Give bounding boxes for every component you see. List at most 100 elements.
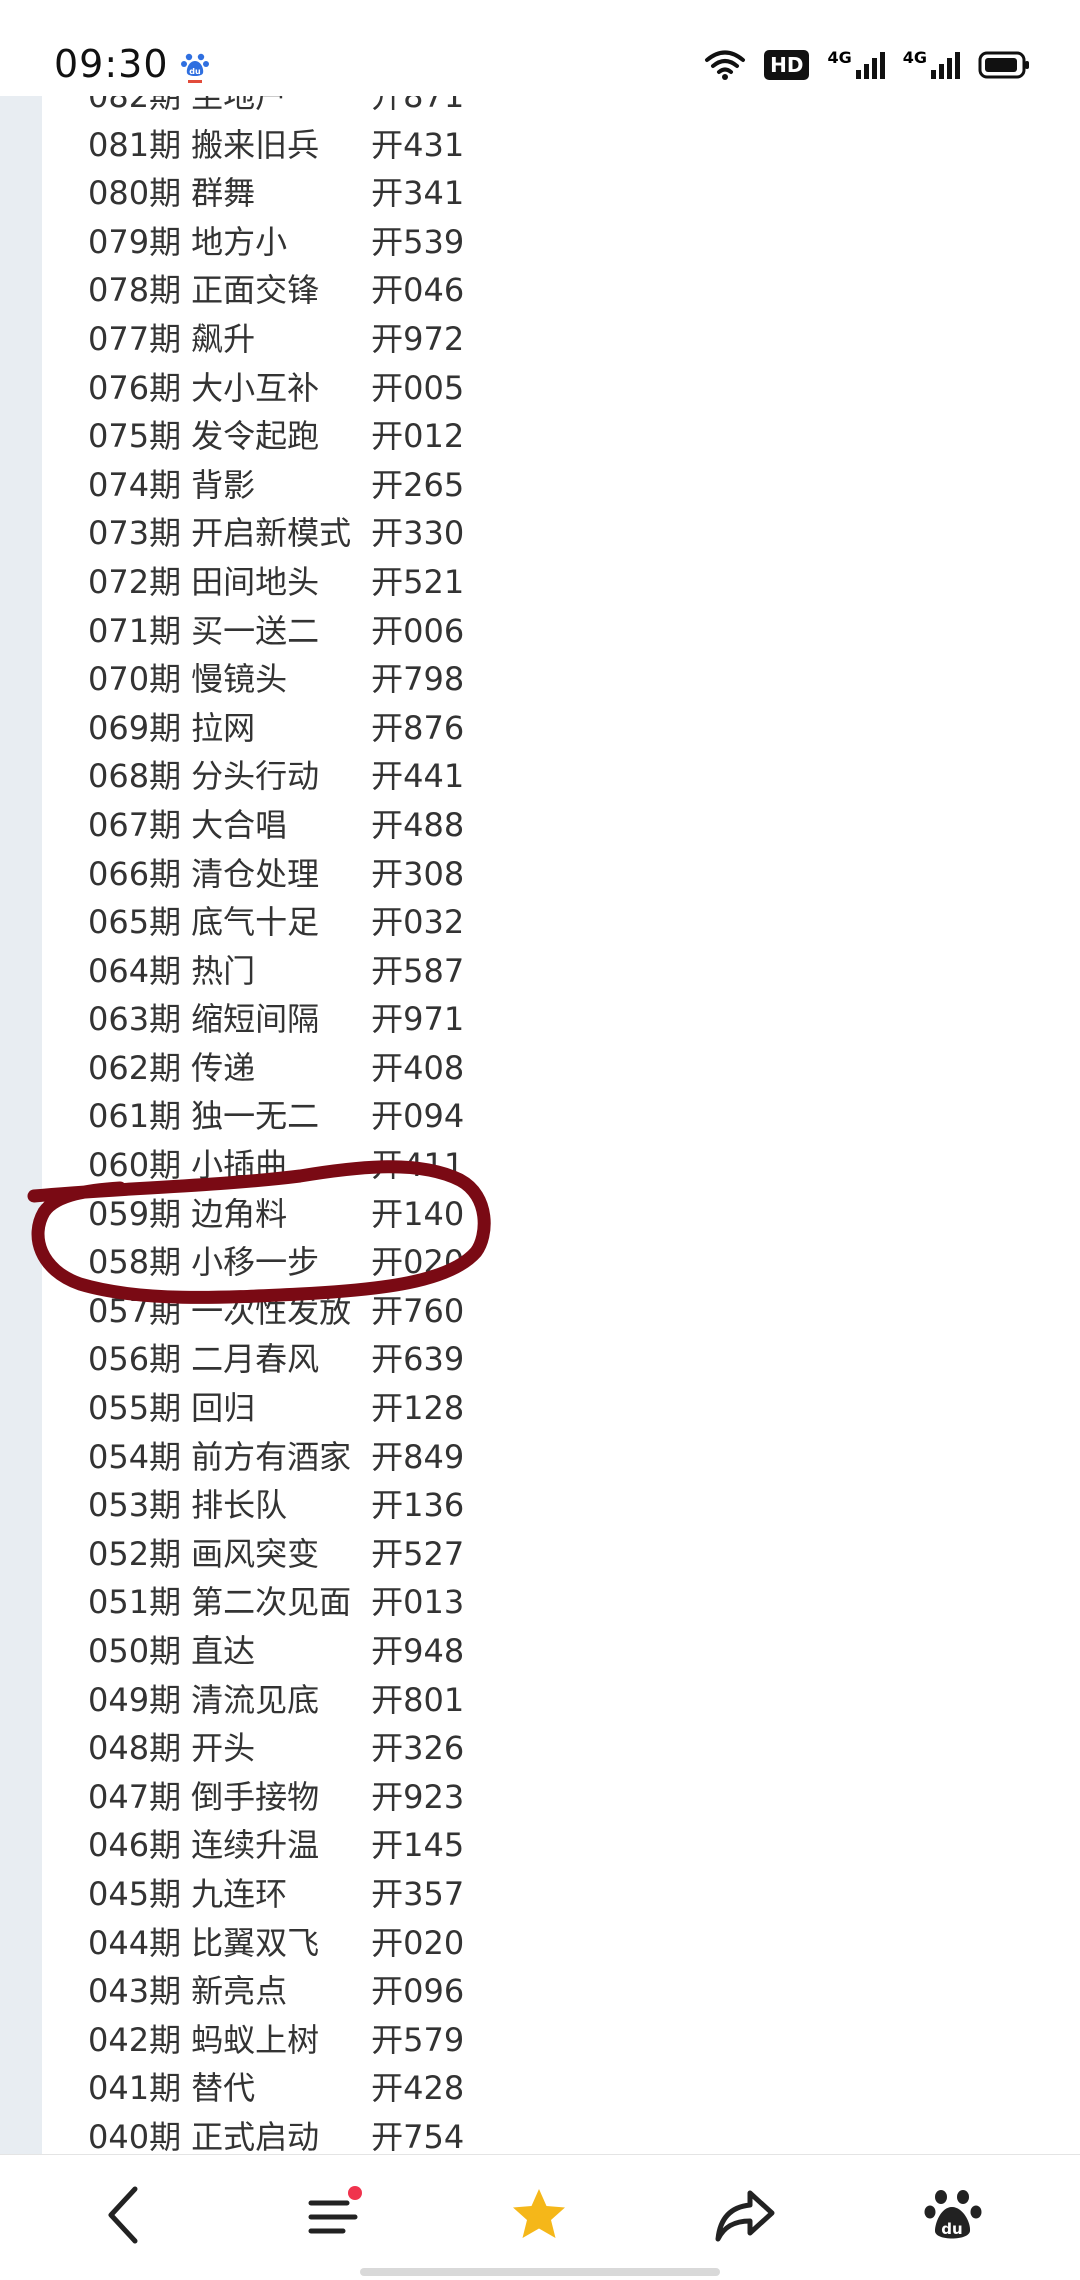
baidu-home-button[interactable]: du: [910, 2175, 996, 2255]
issue-number: 078期: [88, 271, 182, 310]
issue-number: 050期: [88, 1632, 182, 1670]
draw-result: 开265: [371, 465, 465, 504]
hd-badge: HD: [764, 50, 810, 80]
baidu-paw-icon: du: [924, 2190, 982, 2239]
share-button[interactable]: [702, 2175, 788, 2255]
issue-title: 排长队: [191, 1486, 288, 1525]
favorite-button[interactable]: [496, 2175, 582, 2255]
list-item: 072期 田间地头 开521: [88, 558, 464, 607]
issue-number: 052期: [88, 1534, 182, 1573]
notification-dot: [348, 2186, 362, 2200]
menu-icon: [308, 2186, 362, 2234]
issue-number: 061期: [88, 1097, 182, 1136]
list-item: 065期 底气十足 开032: [88, 898, 464, 947]
issue-number: 051期: [88, 1583, 182, 1622]
draw-result: 开140: [371, 1194, 465, 1233]
issue-number: 082期: [88, 96, 182, 115]
draw-result: 开326: [371, 1729, 465, 1768]
issue-title: 独一无二: [191, 1097, 320, 1136]
issue-title: 分头行动: [191, 757, 320, 796]
issue-title: 第二次见面: [191, 1583, 352, 1622]
issue-number: 040期: [88, 2117, 182, 2154]
draw-result: 开876: [371, 708, 465, 747]
bottom-navigation-bar: du: [0, 2154, 1080, 2280]
draw-result: 开020: [371, 1923, 465, 1962]
list-item: 061期 独一无二 开094: [88, 1092, 464, 1141]
issue-number: 041期: [88, 2069, 182, 2108]
issue-number: 048期: [88, 1729, 182, 1768]
list-item: 040期 正式启动 开754: [88, 2113, 464, 2154]
issue-number: 060期: [88, 1146, 182, 1185]
list-item: 055期 回归 开128: [88, 1384, 464, 1433]
draw-result: 开145: [371, 1826, 465, 1865]
draw-result: 开006: [371, 611, 465, 650]
draw-result: 开308: [371, 854, 465, 893]
issue-number: 056期: [88, 1340, 182, 1379]
signal-4g-1: 4G: [827, 48, 885, 80]
list-item: 049期 清流见底 开801: [88, 1676, 464, 1725]
list-item: 071期 买一送二 开006: [88, 607, 464, 656]
issue-title: 替代: [191, 2069, 256, 2108]
content-area[interactable]: 082期 坐地户 开871 081期 搬来旧兵 开431 080期 群舞 开341 079期 地方小…: [42, 96, 1080, 2154]
draw-result: 开441: [371, 757, 465, 796]
issue-number: 073期: [88, 514, 182, 553]
issue-number: 053期: [88, 1486, 182, 1525]
list-item: 060期 小插曲 开411: [88, 1141, 464, 1190]
issue-number: 076期: [88, 368, 182, 407]
draw-result: 开539: [371, 222, 465, 261]
issue-number: 074期: [88, 465, 182, 504]
list-item: 069期 拉网 开876: [88, 704, 464, 753]
list-item: 043期 新亮点 开096: [88, 1967, 464, 2016]
network-label-1: 4G: [827, 48, 852, 67]
issue-title: 坐地户: [191, 96, 288, 115]
issue-number: 044期: [88, 1923, 182, 1962]
issue-number: 069期: [88, 708, 182, 747]
list-item: 064期 热门 开587: [88, 947, 464, 996]
issue-title: 拉网: [191, 708, 256, 747]
draw-result: 开948: [371, 1632, 465, 1670]
home-indicator[interactable]: [360, 2268, 720, 2276]
draw-result: 开341: [371, 174, 465, 213]
issue-title: 二月春风: [191, 1340, 320, 1379]
menu-button[interactable]: [290, 2175, 376, 2255]
issue-title: 小移一步: [191, 1243, 320, 1282]
issue-number: 065期: [88, 903, 182, 942]
draw-result: 开096: [371, 1972, 465, 2011]
list-item: 042期 蚂蚁上树 开579: [88, 2016, 464, 2065]
list-item: 048期 开头 开326: [88, 1724, 464, 1773]
list-item: 070期 慢镜头 开798: [88, 655, 464, 704]
draw-result: 开971: [371, 1000, 465, 1039]
issue-title: 大合唱: [191, 805, 288, 844]
signal-4g-2: 4G: [903, 50, 960, 80]
issue-number: 057期: [88, 1291, 182, 1330]
issue-title: 传递: [191, 1048, 256, 1087]
list-item: 054期 前方有酒家 开849: [88, 1433, 464, 1482]
network-label-2: 4G: [902, 48, 927, 67]
list-item: 080期 群舞 开341: [88, 169, 464, 218]
wifi-icon: [705, 50, 746, 80]
draw-result: 开005: [371, 368, 465, 407]
issue-number: 045期: [88, 1874, 182, 1913]
issue-number: 072期: [88, 562, 182, 601]
issue-title: 清仓处理: [191, 854, 320, 893]
issue-number: 077期: [88, 319, 182, 358]
back-button[interactable]: [80, 2175, 166, 2255]
list-item: 074期 背影 开265: [88, 461, 464, 510]
signal-bars-icon: [931, 52, 960, 79]
issue-title: 九连环: [191, 1874, 288, 1913]
star-icon: [513, 2189, 565, 2238]
issue-title: 小插曲: [191, 1146, 288, 1185]
list-item: 062期 传递 开408: [88, 1044, 464, 1093]
draw-result: 开579: [371, 2020, 465, 2059]
draw-result: 开923: [371, 1777, 465, 1816]
list-item: 067期 大合唱 开488: [88, 801, 464, 850]
issue-title: 底气十足: [191, 903, 320, 942]
draw-result: 开357: [371, 1874, 465, 1913]
issue-title: 回归: [191, 1389, 256, 1428]
issue-number: 066期: [88, 854, 182, 893]
issue-title: 背影: [191, 465, 256, 504]
issue-number: 046期: [88, 1826, 182, 1865]
issue-title: 买一送二: [191, 611, 320, 650]
list-item: 075期 发令起跑 开012: [88, 412, 464, 461]
issue-title: 开头: [191, 1729, 256, 1768]
